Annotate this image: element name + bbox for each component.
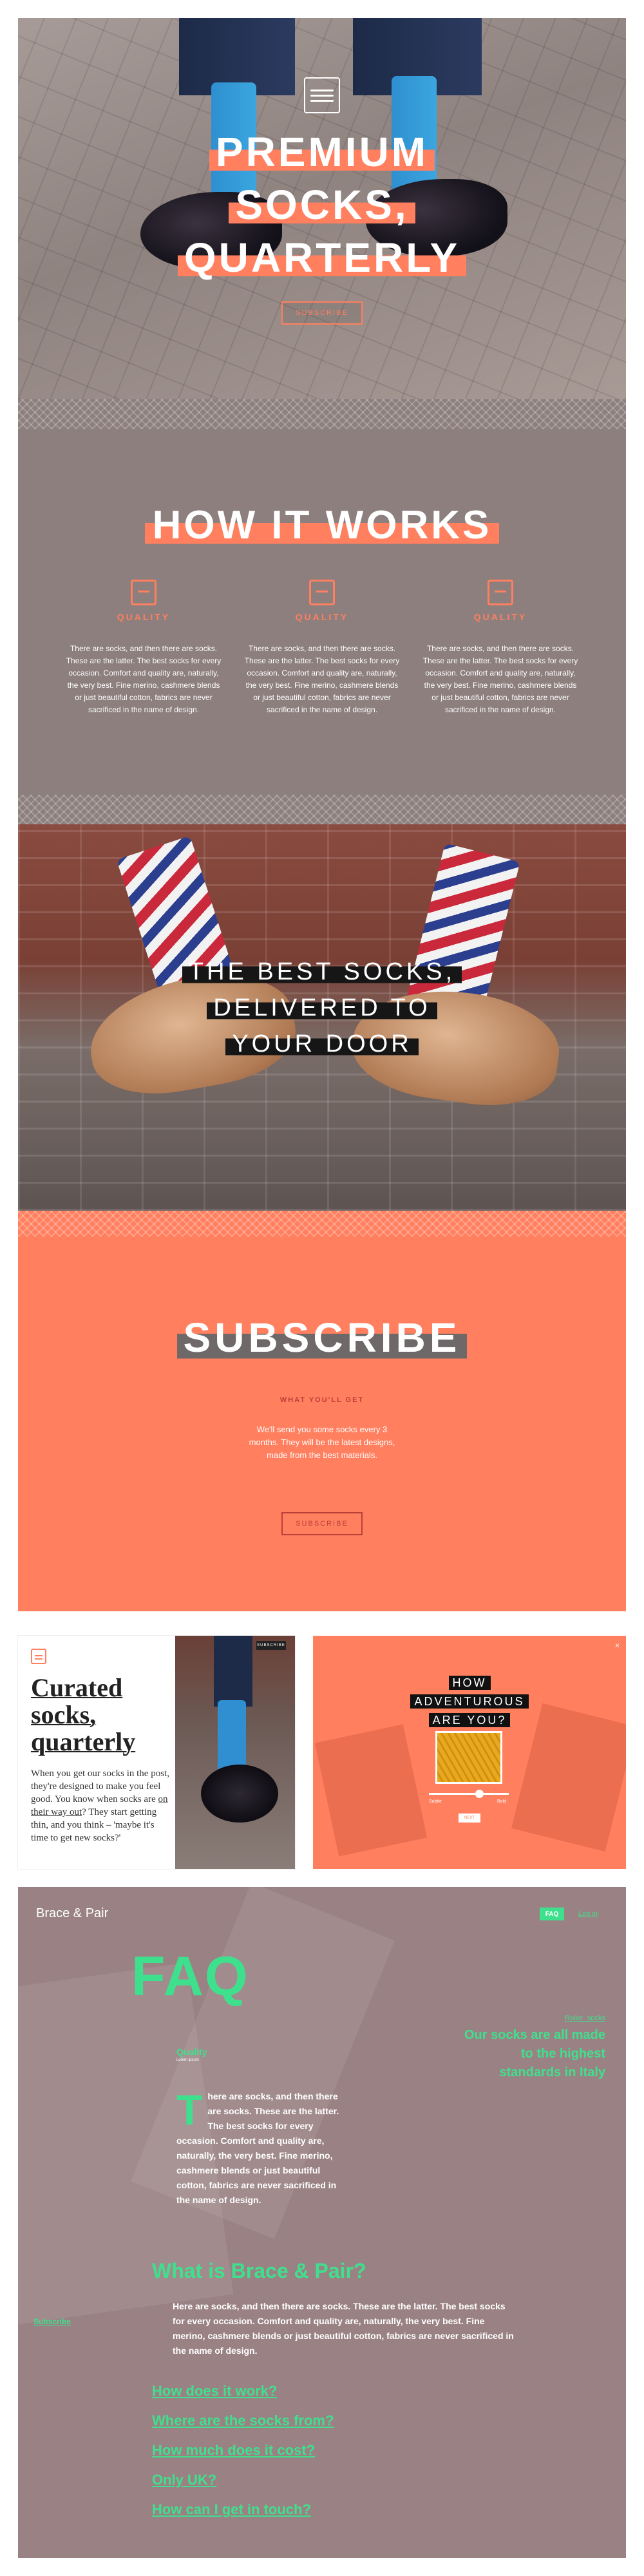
quiz-question: HOW ADVENTUROUS ARE YOU?: [313, 1674, 626, 1730]
adventure-slider[interactable]: [429, 1790, 509, 1798]
quiz-line: HOW: [448, 1676, 491, 1690]
how-step-label: QUALITY: [117, 612, 171, 622]
hero-title-line: PREMIUM: [209, 129, 435, 175]
faq-question-link[interactable]: How can I get in touch?: [152, 2501, 334, 2518]
hero-subscribe-button[interactable]: SUBSCRIBE: [281, 301, 363, 325]
delivery-photo-section: THE BEST SOCKS, DELIVERED TO YOUR DOOR: [18, 824, 626, 1211]
faq-question-link[interactable]: Where are the socks from?: [152, 2412, 334, 2429]
how-it-works-title: HOW IT WORKS: [144, 503, 500, 547]
photo-shoe: [201, 1765, 278, 1823]
quiz-line: ARE YOU?: [428, 1713, 511, 1727]
subscribe-section: SUBSCRIBE WHAT YOU'LL GET We'll send you…: [18, 1211, 626, 1611]
hero-title-line: SOCKS,: [229, 182, 415, 228]
subscribe-title: SUBSCRIBE: [176, 1314, 468, 1361]
how-it-works-section: HOW IT WORKS QUALITY There are socks, an…: [18, 399, 626, 824]
pattern-divider: [18, 795, 626, 824]
curated-title-line: socks,: [31, 1700, 97, 1729]
subscribe-pill-button[interactable]: SUBSCRIBE: [256, 1641, 286, 1650]
curated-title: Curated socks, quarterly: [31, 1674, 173, 1756]
nav-tab-faq[interactable]: FAQ: [540, 1908, 564, 1920]
delivery-line: THE BEST SOCKS,: [182, 958, 462, 985]
hero-section: PREMIUM SOCKS, QUARTERLY SUBSCRIBE: [18, 18, 626, 399]
faq-question-link[interactable]: How much does it cost?: [152, 2442, 334, 2459]
faq-section: Brace & Pair FAQ Log in FAQ Quality Lore…: [18, 1887, 626, 2558]
brand-logo-icon[interactable]: [31, 1649, 46, 1664]
subscribe-kicker: WHAT YOU'LL GET: [279, 1396, 365, 1404]
how-step-label: QUALITY: [295, 612, 349, 622]
curated-photo: SUBSCRIBE: [175, 1636, 295, 1869]
quality-body: There are socks, and then there are sock…: [176, 2086, 345, 2208]
how-step-text: There are socks, and then there are sock…: [66, 644, 222, 714]
slider-high-label: Bold: [497, 1799, 507, 1804]
quiz-card: × HOW ADVENTUROUS ARE YOU? Subtle Bold N…: [313, 1636, 626, 1869]
faq-question-heading: What is Brace & Pair?: [152, 2259, 366, 2282]
faq-question-list: How does it work? Where are the socks fr…: [152, 2383, 334, 2531]
slider-low-label: Subtle: [429, 1799, 442, 1804]
slider-handle[interactable]: [475, 1790, 484, 1798]
drop-cap: T: [176, 2086, 203, 2134]
how-step-text: There are socks, and then there are sock…: [422, 644, 578, 714]
faq-question-link[interactable]: How does it work?: [152, 2383, 334, 2400]
tools-icon: [309, 580, 335, 605]
decorative-shape: [314, 1724, 428, 1857]
photo-sock: [218, 1700, 246, 1771]
how-step: QUALITY There are socks, and then there …: [420, 580, 581, 716]
curated-card: Curated socks, quarterly When you get ou…: [18, 1636, 295, 1869]
quiz-next-button[interactable]: NEXT: [459, 1814, 480, 1823]
faq-question-link[interactable]: Only UK?: [152, 2472, 334, 2488]
side-pullquote: Our socks are all made to the highest st…: [464, 2028, 605, 2079]
sock-pattern-preview: [435, 1731, 502, 1784]
pattern-divider: [18, 1211, 626, 1236]
curated-title-line: quarterly: [31, 1727, 136, 1756]
delivery-line: DELIVERED TO: [207, 994, 437, 1021]
how-step: QUALITY There are socks, and then there …: [242, 580, 402, 716]
quality-subheading: Lorem ipsum: [176, 2058, 199, 2062]
delivery-line: YOUR DOOR: [225, 1030, 419, 1057]
curated-title-line: Curated: [31, 1673, 123, 1702]
delivery-headline: THE BEST SOCKS, DELIVERED TO YOUR DOOR: [18, 956, 626, 1065]
curated-body-text: When you get our socks in the post, they…: [31, 1768, 169, 1804]
photo-trouser: [214, 1636, 252, 1707]
hero-title-line: QUARTERLY: [177, 234, 467, 281]
how-step: QUALITY There are socks, and then there …: [63, 580, 224, 716]
how-step-text: There are socks, and then there are sock…: [244, 644, 400, 714]
pattern-divider: [18, 399, 626, 429]
calendar-icon: [488, 580, 513, 605]
how-step-label: QUALITY: [473, 612, 527, 622]
subscribe-description: We'll send you some socks every 3 months…: [249, 1425, 395, 1460]
brand-name[interactable]: Brace & Pair: [36, 1906, 108, 1921]
quiz-line: ADVENTUROUS: [410, 1694, 529, 1709]
login-link[interactable]: Log in: [578, 1910, 598, 1918]
quality-heading: Quality: [176, 2047, 207, 2057]
brand-logo-icon[interactable]: [304, 77, 340, 113]
faq-title: FAQ: [131, 1946, 249, 2007]
faq-answer: Here are socks, and then there are socks…: [173, 2301, 514, 2356]
hero-title: PREMIUM SOCKS, QUARTERLY: [18, 128, 626, 286]
side-link[interactable]: Roller_socks: [514, 2014, 605, 2022]
subscribe-link[interactable]: Subscribe: [33, 2317, 71, 2326]
subscribe-button[interactable]: SUBSCRIBE: [281, 1512, 363, 1535]
curated-body: When you get our socks in the post, they…: [31, 1767, 173, 1844]
close-icon[interactable]: ×: [615, 1641, 620, 1650]
box-icon: [131, 580, 156, 605]
